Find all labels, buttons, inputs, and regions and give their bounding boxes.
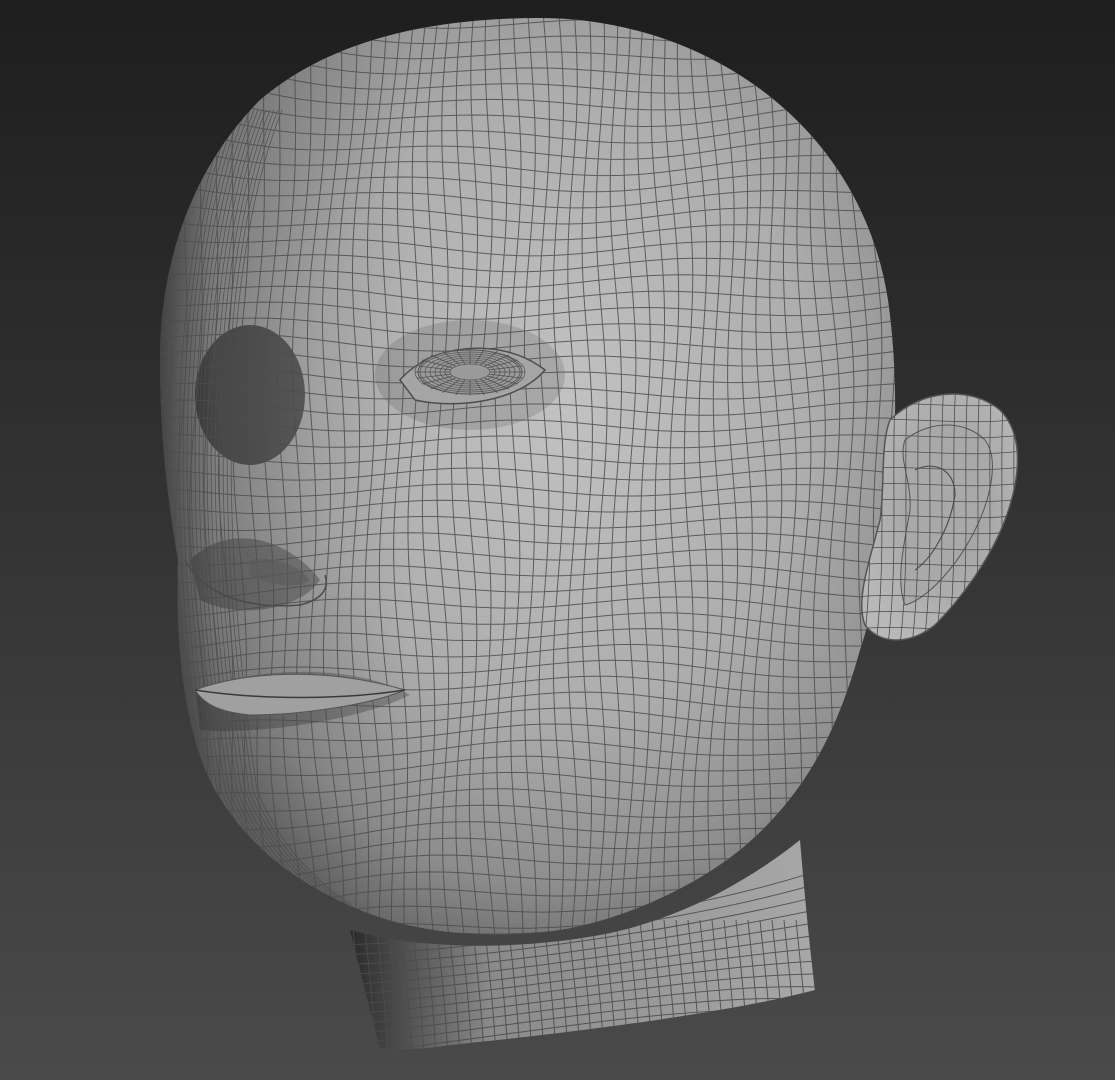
3d-viewport[interactable] xyxy=(0,0,1115,1080)
viewport-canvas[interactable] xyxy=(0,0,1115,1080)
